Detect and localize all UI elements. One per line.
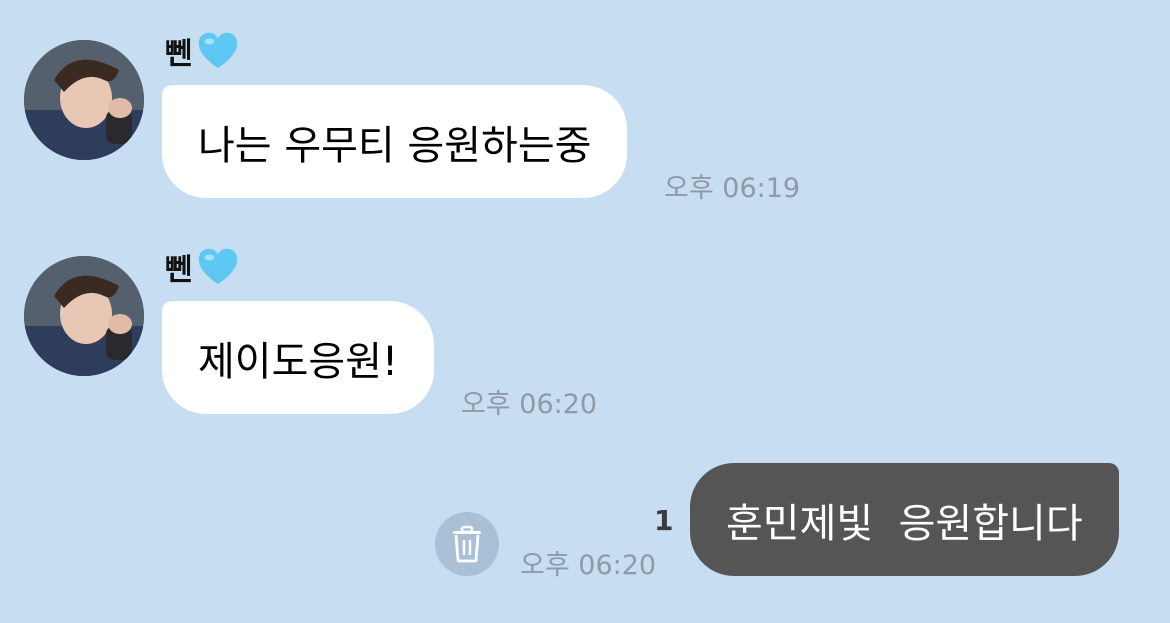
sender-name-text: 뻰 xyxy=(165,253,193,288)
avatar[interactable] xyxy=(24,40,144,160)
delete-button[interactable] xyxy=(435,512,499,576)
sender-name-text: 뻰 xyxy=(165,37,193,72)
sender-name: 뻰 xyxy=(165,28,241,74)
sender-name: 뻰 xyxy=(165,244,241,290)
message-bubble-incoming[interactable]: 제이도응원! xyxy=(162,301,435,414)
message-text: 훈민제빛 응원합니다 xyxy=(726,500,1083,547)
trash-icon xyxy=(453,525,481,563)
message-text: 제이도응원! xyxy=(198,338,399,385)
message-text: 나는 우무티 응원하는중 xyxy=(198,122,592,169)
message-bubble-incoming[interactable]: 나는 우무티 응원하는중 xyxy=(162,85,628,198)
light-blue-heart-icon xyxy=(198,248,237,285)
light-blue-heart-icon xyxy=(198,32,237,69)
message-bubble-outgoing[interactable]: 훈민제빛 응원합니다 xyxy=(690,463,1119,576)
message-timestamp: 오후 06:20 xyxy=(520,550,657,581)
message-timestamp: 오후 06:20 xyxy=(461,389,598,420)
unread-count: 1 xyxy=(654,504,674,537)
message-timestamp: 오후 06:19 xyxy=(664,173,801,204)
avatar[interactable] xyxy=(24,256,144,376)
